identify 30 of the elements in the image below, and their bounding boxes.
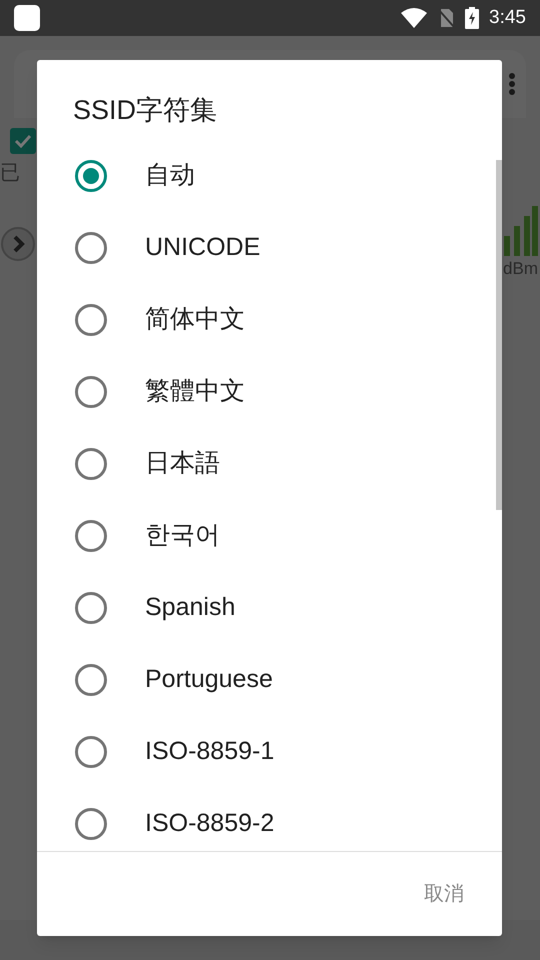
radio-option[interactable]: 日本語 [37,428,502,500]
more-icon [508,72,516,96]
signal-bars-icon [502,206,538,256]
wifi-icon [401,8,428,28]
radio-button[interactable] [75,448,107,480]
radio-option[interactable]: Spanish [37,572,502,644]
radio-button[interactable] [75,232,107,264]
radio-button[interactable] [75,592,107,624]
radio-button[interactable] [75,304,107,336]
checkbox[interactable] [10,128,36,154]
radio-option[interactable]: 한국어 [37,500,502,572]
radio-button[interactable] [75,808,107,840]
radio-button[interactable] [75,520,107,552]
check-icon [14,134,32,148]
radio-option[interactable]: 简体中文 [37,284,502,356]
radio-button[interactable] [75,376,107,408]
radio-button[interactable] [75,736,107,768]
app-notification-icon [14,5,40,31]
radio-button[interactable] [75,160,107,192]
dialog-title: SSID字符集 [73,94,218,127]
radio-button[interactable] [75,664,107,696]
radio-option[interactable]: 自动 [37,140,502,212]
radio-option[interactable]: ISO-8859-1 [37,716,502,788]
cancel-button[interactable]: 取消 [416,873,472,915]
radio-option[interactable]: UNICODE [37,212,502,284]
radio-option[interactable]: 繁體中文 [37,356,502,428]
radio-option[interactable]: ISO-8859-2 [37,788,502,851]
radio-option[interactable]: Portuguese [37,644,502,716]
clock: 3:45 [489,6,526,30]
battery-charging-icon [465,7,480,29]
